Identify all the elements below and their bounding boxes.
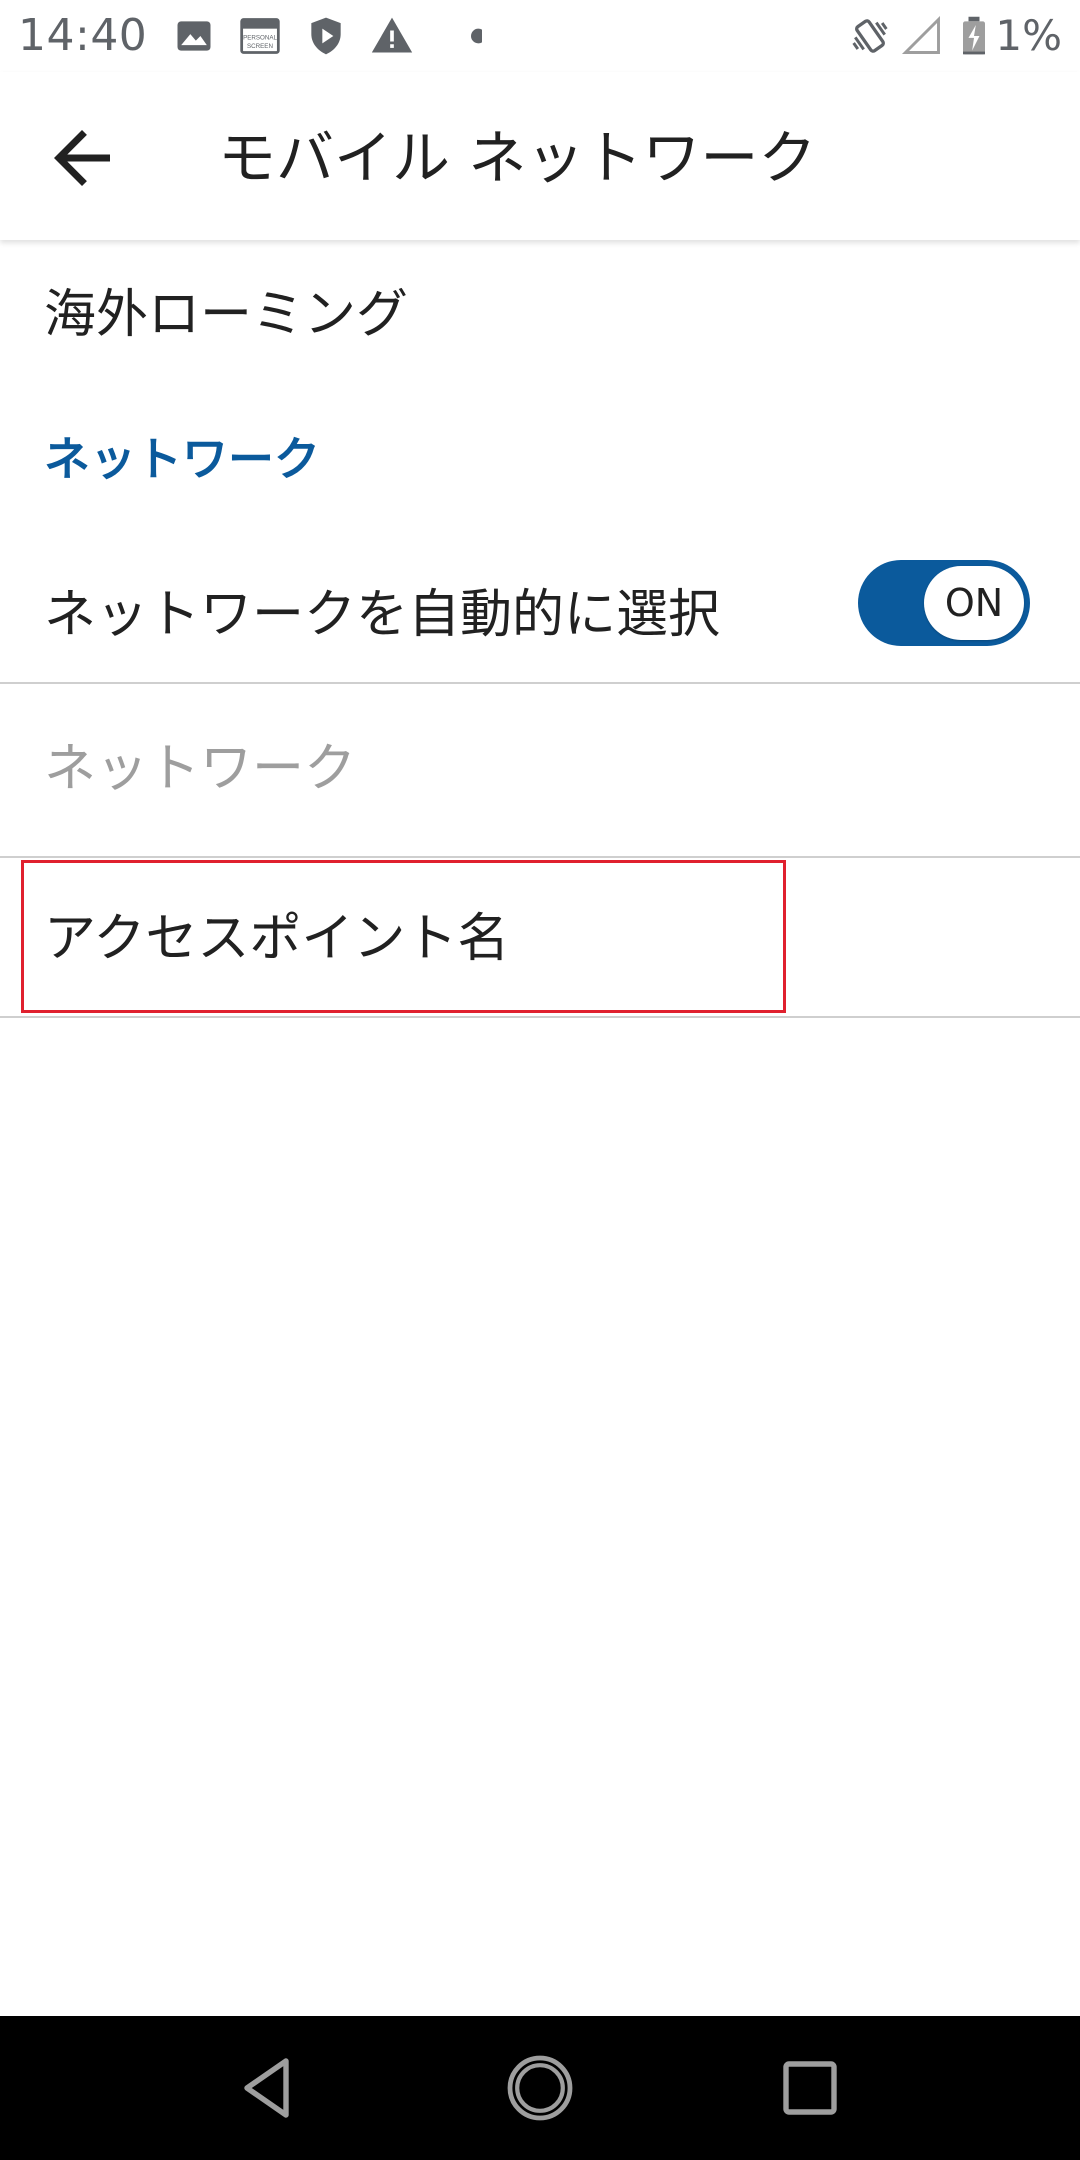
page-title: モバイル ネットワーク xyxy=(218,124,817,192)
signal-icon xyxy=(901,15,940,54)
section-header-network: ネットワーク xyxy=(44,432,320,486)
toggle-knob: ON xyxy=(924,566,1024,640)
nav-recents-icon[interactable] xyxy=(774,2052,846,2124)
app-bar: モバイル ネットワーク xyxy=(0,72,1080,240)
highlight-box xyxy=(21,860,786,1013)
image-icon xyxy=(177,21,211,51)
dot-icon xyxy=(471,28,482,44)
personal-screen-icon: PERSONAL SCREEN xyxy=(240,18,280,54)
vibrate-icon xyxy=(852,19,888,53)
nav-back-icon[interactable] xyxy=(232,2052,304,2124)
auto-select-toggle[interactable]: ON xyxy=(858,560,1030,646)
pref-roaming[interactable]: 海外ローミング xyxy=(0,240,1080,390)
divider xyxy=(0,1016,1080,1018)
arrow-back-icon[interactable] xyxy=(40,116,124,200)
pref-auto-select-network[interactable]: ネットワークを自動的に選択 ON xyxy=(0,540,1080,682)
status-bar: 14:40 PERSONAL SCREEN 1% xyxy=(0,0,1080,72)
battery-percentage: 1% xyxy=(995,11,1062,60)
pref-roaming-label: 海外ローミング xyxy=(44,285,409,345)
nav-home-icon[interactable] xyxy=(504,2052,576,2124)
status-time: 14:40 xyxy=(18,10,148,61)
warning-icon xyxy=(371,17,413,53)
pref-network: ネットワーク xyxy=(0,684,1080,856)
svg-text:SCREEN: SCREEN xyxy=(247,43,273,50)
svg-text:PERSONAL: PERSONAL xyxy=(243,35,277,42)
pref-network-label: ネットワーク xyxy=(44,739,357,799)
shield-play-icon xyxy=(311,17,341,55)
pref-auto-select-label: ネットワークを自動的に選択 xyxy=(44,585,721,645)
battery-charging-icon xyxy=(963,16,985,55)
navigation-bar xyxy=(0,2016,1080,2160)
toggle-state-label: ON xyxy=(944,581,1004,625)
